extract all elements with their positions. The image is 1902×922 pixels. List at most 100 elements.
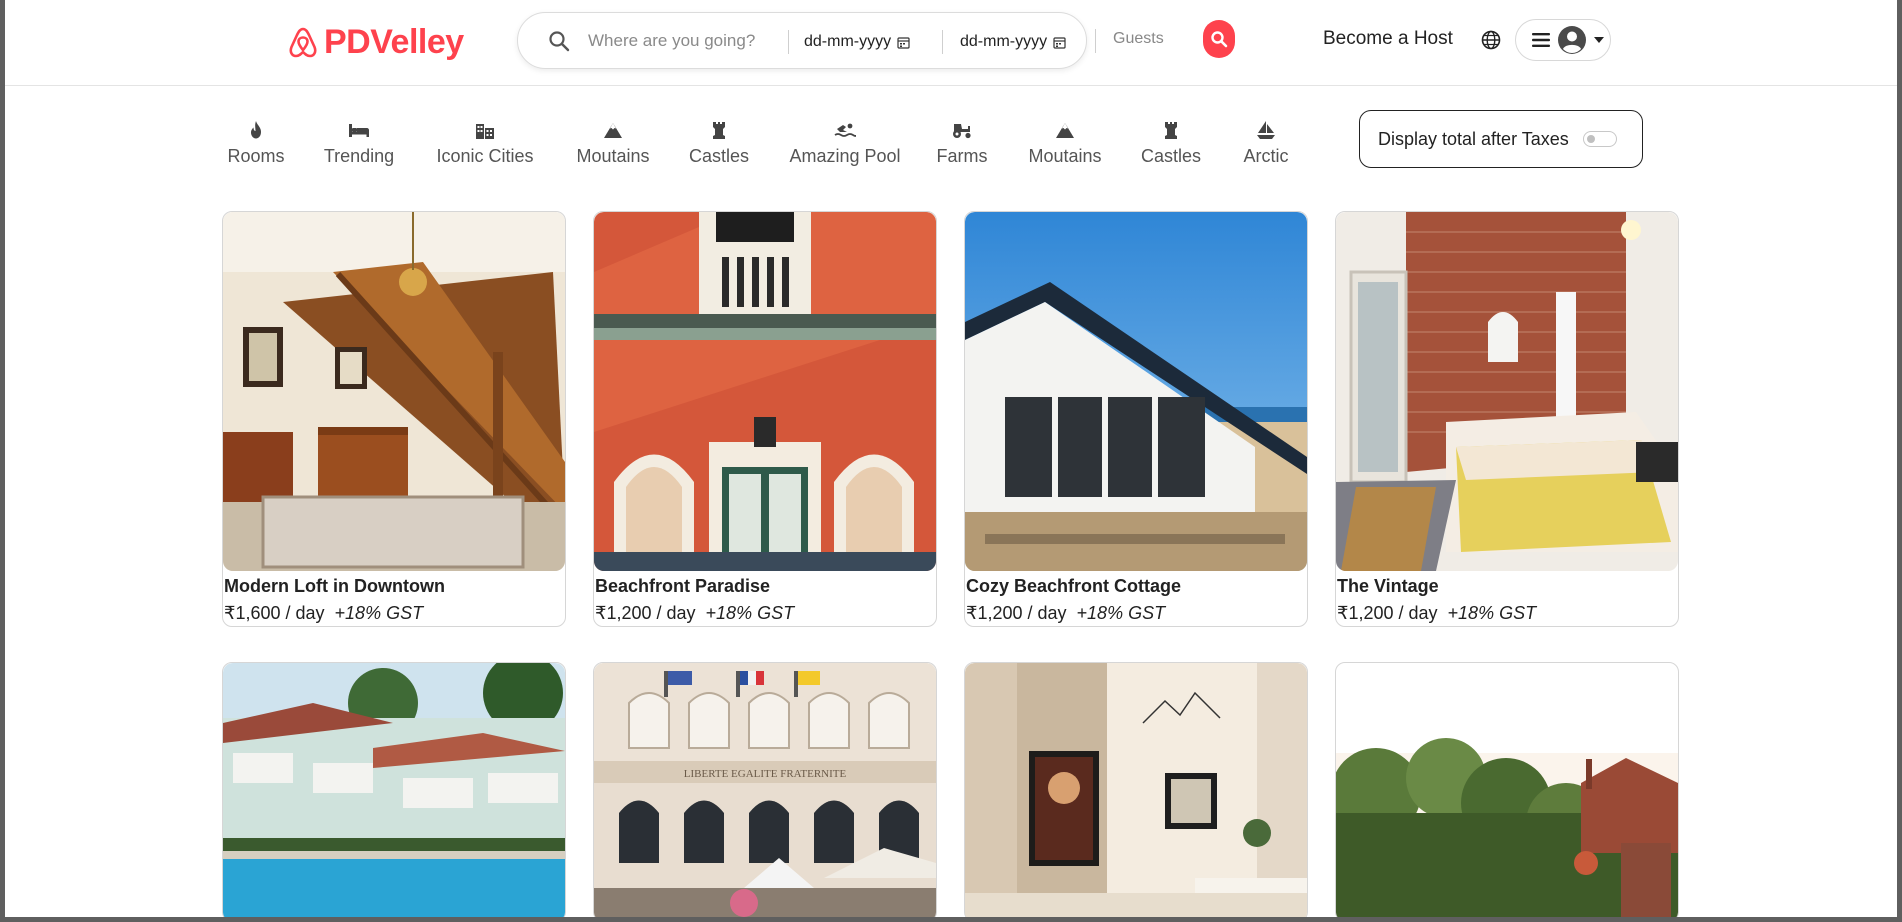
calendar-icon[interactable] [897,36,910,49]
listing-photo [594,212,936,571]
colonial-building-image: LIBERTE EGALITE FRATERNITE [594,663,936,917]
fire-icon [251,121,261,139]
filter-trending[interactable]: Trending [317,120,401,167]
listing-card[interactable]: Beachfront Paradise ₹1,200 / day +18% GST [593,211,937,627]
filter-label: Moutains [1028,146,1102,166]
filter-label: Castles [1140,146,1202,166]
brand-logo[interactable]: PDVelley [288,20,464,64]
castle-icon [1165,122,1177,139]
globe-icon[interactable] [1481,30,1501,50]
orange-building-facade-image [594,212,936,571]
filter-label: Moutains [576,146,650,166]
divider [1095,29,1096,53]
filter-amazing-pool[interactable]: Amazing Pool [783,120,907,167]
price-text: ₹1,200 / day [966,603,1067,623]
hamburger-icon [1532,33,1550,47]
listing-photo: LIBERTE EGALITE FRATERNITE [594,663,936,917]
filter-iconic-cities[interactable]: Iconic Cities [427,120,543,167]
garden-rooftop-image [1336,663,1678,917]
brand-name: PDVelley [324,22,464,61]
mountain-icon [1056,123,1074,138]
listing-card[interactable]: LIBERTE EGALITE FRATERNITE [593,662,937,917]
listing-card[interactable]: Cozy Beachfront Cottage ₹1,200 / day +18%… [964,211,1308,627]
city-icon [476,124,494,139]
search-icon [1211,31,1228,48]
bed-icon [349,124,369,137]
navbar: PDVelley dd-mm-yyyy dd-mm-yyyy [5,0,1897,86]
beach-cottage-image [965,212,1307,571]
sailboat-icon [1257,121,1275,139]
airbnb-logo-icon [289,27,317,58]
poster-interior-image [965,663,1307,917]
listing-card[interactable] [964,662,1308,917]
window-frame-bottom [0,917,1902,922]
checkin-date-text: dd-mm-yyyy [804,33,892,50]
swimmer-icon [834,123,856,137]
calendar-icon[interactable] [1053,36,1066,49]
filter-rooms[interactable]: Rooms [221,120,291,167]
staircase-interior-image [223,212,565,571]
filter-mountains[interactable]: Moutains [1021,120,1109,167]
tractor-icon [953,124,971,139]
user-menu-button[interactable] [1515,19,1611,61]
filter-label: Farms [936,146,988,166]
listing-photo [223,663,565,917]
listing-title: Modern Loft in Downtown [224,576,445,596]
listing-title: Cozy Beachfront Cottage [966,576,1182,596]
listing-price: ₹1,200 / day +18% GST [595,603,794,624]
listing-photo [965,663,1307,917]
price-text: ₹1,600 / day [224,603,325,623]
filter-label: Amazing Pool [789,146,901,166]
filter-arctic[interactable]: Arctic [1233,120,1299,167]
listing-title: Beachfront Paradise [595,576,771,596]
listing-card[interactable] [1335,662,1679,917]
filter-label: Rooms [227,146,285,166]
search-icon [549,31,570,52]
filter-label: Castles [688,146,750,166]
gst-text: +18% GST [1447,603,1537,623]
caret-down-icon [1594,37,1604,43]
filter-mountains[interactable]: Moutains [569,120,657,167]
user-avatar-icon [1558,26,1586,54]
listing-photo [965,212,1307,571]
search-button[interactable] [1203,20,1235,58]
price-text: ₹1,200 / day [595,603,696,623]
tax-toggle-label: Display total after Taxes [1378,128,1569,149]
listing-photo [1336,663,1678,917]
guests-input[interactable]: Guests [1113,30,1164,48]
tax-switch[interactable] [1582,131,1617,147]
divider [942,30,943,54]
destination-input[interactable] [588,25,768,57]
castle-icon [713,122,725,139]
filter-castles[interactable]: Castles [1133,120,1209,167]
gst-text: +18% GST [334,603,424,623]
filter-farms[interactable]: Farms [929,120,995,167]
filter-label: Arctic [1243,146,1289,166]
window-frame-right [1897,0,1902,922]
resort-pool-image [223,663,565,917]
price-text: ₹1,200 / day [1337,603,1438,623]
checkin-date-input[interactable]: dd-mm-yyyy [804,31,910,53]
listing-title: The Vintage [1337,576,1439,596]
checkout-date-text: dd-mm-yyyy [960,33,1048,50]
divider [788,30,789,54]
mountain-icon [604,123,622,138]
checkout-date-input[interactable]: dd-mm-yyyy [960,31,1066,53]
listing-price: ₹1,600 / day +18% GST [224,603,423,624]
filter-castles[interactable]: Castles [681,120,757,167]
listing-price: ₹1,200 / day +18% GST [966,603,1165,624]
become-host-link[interactable]: Become a Host [1323,28,1453,50]
listing-card[interactable] [222,662,566,917]
gst-text: +18% GST [705,603,795,623]
browser-window: PDVelley dd-mm-yyyy dd-mm-yyyy [5,0,1897,917]
filter-label: Iconic Cities [436,146,534,166]
gst-text: +18% GST [1076,603,1166,623]
listing-photo [1336,212,1678,571]
building-sign: LIBERTE EGALITE FRATERNITE [684,768,847,780]
brick-wall-bedroom-image [1336,212,1678,571]
search-bar: dd-mm-yyyy dd-mm-yyyy [517,12,1087,69]
listing-card[interactable]: Modern Loft in Downtown ₹1,600 / day +18%… [222,211,566,627]
listing-card[interactable]: The Vintage ₹1,200 / day +18% GST [1335,211,1679,627]
listing-price: ₹1,200 / day +18% GST [1337,603,1536,624]
tax-toggle[interactable]: Display total after Taxes [1359,110,1643,168]
